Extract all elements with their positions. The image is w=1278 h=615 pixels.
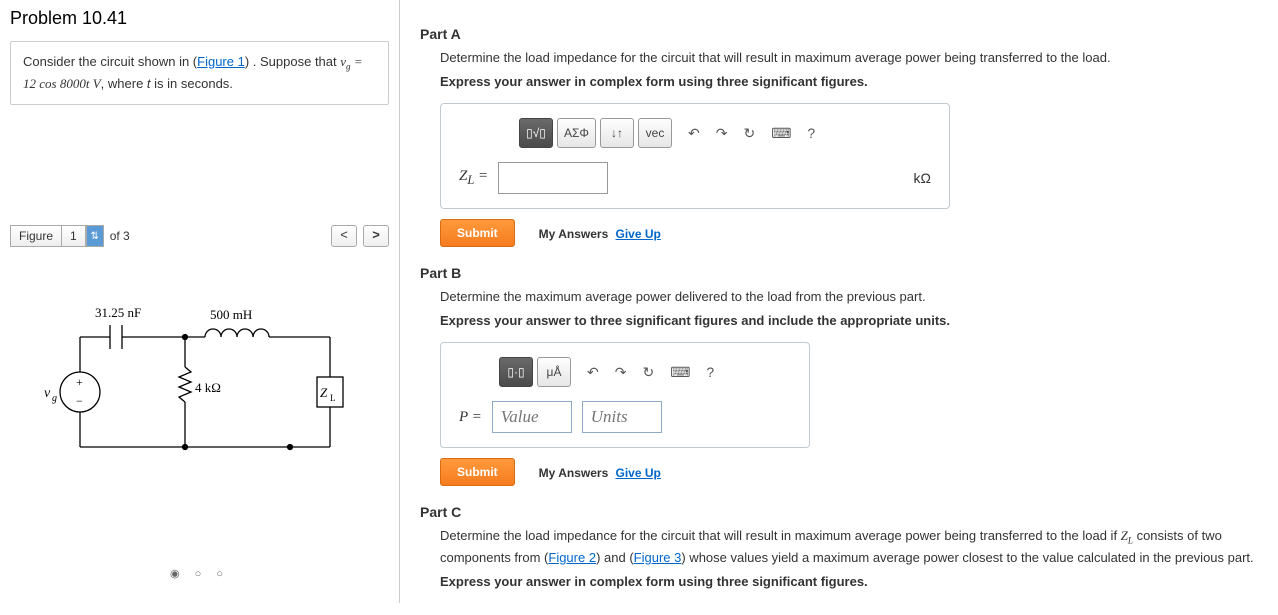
part-a-instruction: Express your answer in complex form usin…	[440, 72, 1258, 92]
units-templates-button[interactable]: ▯·▯	[499, 357, 533, 387]
figure-spinner[interactable]: ⇅	[86, 225, 104, 247]
part-c-prefix: Determine the load impedance for the cir…	[440, 528, 1121, 543]
redo-icon[interactable]: ↷	[615, 364, 627, 381]
problem-title: Problem 10.41	[10, 8, 389, 29]
svg-text:L: L	[330, 393, 336, 403]
part-b-answer-box: ▯·▯ μÅ ↶ ↷ ↻ ⌨ ? P =	[440, 342, 810, 448]
greek-button[interactable]: ΑΣΦ	[557, 118, 596, 148]
part-a-unit: kΩ	[914, 170, 931, 186]
figure-pagination-dots[interactable]: ◉ ○ ○	[10, 567, 389, 580]
templates-button[interactable]: ▯√▯	[519, 118, 553, 148]
svg-text:−: −	[76, 394, 83, 408]
svg-text:v: v	[44, 386, 51, 401]
figure-link[interactable]: Figure 1	[197, 54, 245, 69]
part-b-var-label: P =	[459, 409, 482, 426]
help-icon[interactable]: ?	[807, 125, 815, 141]
keyboard-icon[interactable]: ⌨	[670, 364, 690, 381]
undo-icon[interactable]: ↶	[688, 125, 700, 142]
part-a-prompt: Determine the load impedance for the cir…	[440, 48, 1258, 68]
part-a-var-label: ZL =	[459, 168, 488, 188]
reset-icon[interactable]: ↻	[743, 125, 755, 142]
desc-mid: ) . Suppose that	[245, 54, 340, 69]
part-b-title: Part B	[420, 265, 1258, 281]
figure-2-link[interactable]: Figure 2	[548, 550, 596, 565]
circuit-diagram: + − v g 31.25 nF 500 mH 4 kΩ Z L	[10, 257, 389, 557]
part-a-title: Part A	[420, 26, 1258, 42]
help-icon[interactable]: ?	[706, 364, 714, 380]
problem-description: Consider the circuit shown in (Figure 1)…	[10, 41, 389, 105]
figure-3-link[interactable]: Figure 3	[634, 550, 682, 565]
figure-total: of 3	[104, 226, 136, 246]
part-b-prompt: Determine the maximum average power deli…	[440, 287, 1258, 307]
desc-suffix: , where t is in seconds.	[101, 76, 233, 91]
svg-text:+: +	[76, 375, 83, 389]
my-answers-label: My Answers	[539, 466, 609, 480]
svg-text:31.25 nF: 31.25 nF	[95, 305, 141, 320]
undo-icon[interactable]: ↶	[587, 364, 599, 381]
part-c-instruction: Express your answer in complex form usin…	[440, 572, 1258, 592]
part-a-input[interactable]	[498, 162, 608, 194]
submit-button[interactable]: Submit	[440, 458, 515, 486]
subscript-button[interactable]: ↓↑	[600, 118, 634, 148]
part-b-units-input[interactable]	[582, 401, 662, 433]
redo-icon[interactable]: ↷	[716, 125, 728, 142]
micro-angstrom-button[interactable]: μÅ	[537, 357, 571, 387]
part-c-suffix: ) whose values yield a maximum average p…	[681, 550, 1253, 565]
my-answers-label: My Answers	[539, 227, 609, 241]
part-a-answer-box: ▯√▯ ΑΣΦ ↓↑ vec ↶ ↷ ↻ ⌨ ? ZL = kΩ	[440, 103, 950, 209]
figure-next-button[interactable]: >	[363, 225, 389, 247]
part-c-prompt: Determine the load impedance for the cir…	[440, 526, 1258, 568]
give-up-link[interactable]: Give Up	[616, 466, 661, 480]
give-up-link[interactable]: Give Up	[616, 227, 661, 241]
keyboard-icon[interactable]: ⌨	[771, 125, 791, 142]
part-c-title: Part C	[420, 504, 1258, 520]
figure-selected: 1	[62, 225, 86, 247]
desc-prefix: Consider the circuit shown in (	[23, 54, 197, 69]
submit-button[interactable]: Submit	[440, 219, 515, 247]
svg-text:4 kΩ: 4 kΩ	[195, 380, 221, 395]
figure-prev-button[interactable]: <	[331, 225, 357, 247]
part-b-instruction: Express your answer to three significant…	[440, 311, 1258, 331]
svg-text:Z: Z	[320, 385, 328, 400]
vec-button[interactable]: vec	[638, 118, 672, 148]
reset-icon[interactable]: ↻	[642, 364, 654, 381]
figure-label: Figure	[10, 225, 62, 247]
zl-var: ZL	[1121, 528, 1133, 543]
part-b-value-input[interactable]	[492, 401, 572, 433]
svg-text:500 mH: 500 mH	[210, 307, 252, 322]
svg-text:g: g	[52, 393, 57, 404]
part-c-and: ) and (	[596, 550, 634, 565]
